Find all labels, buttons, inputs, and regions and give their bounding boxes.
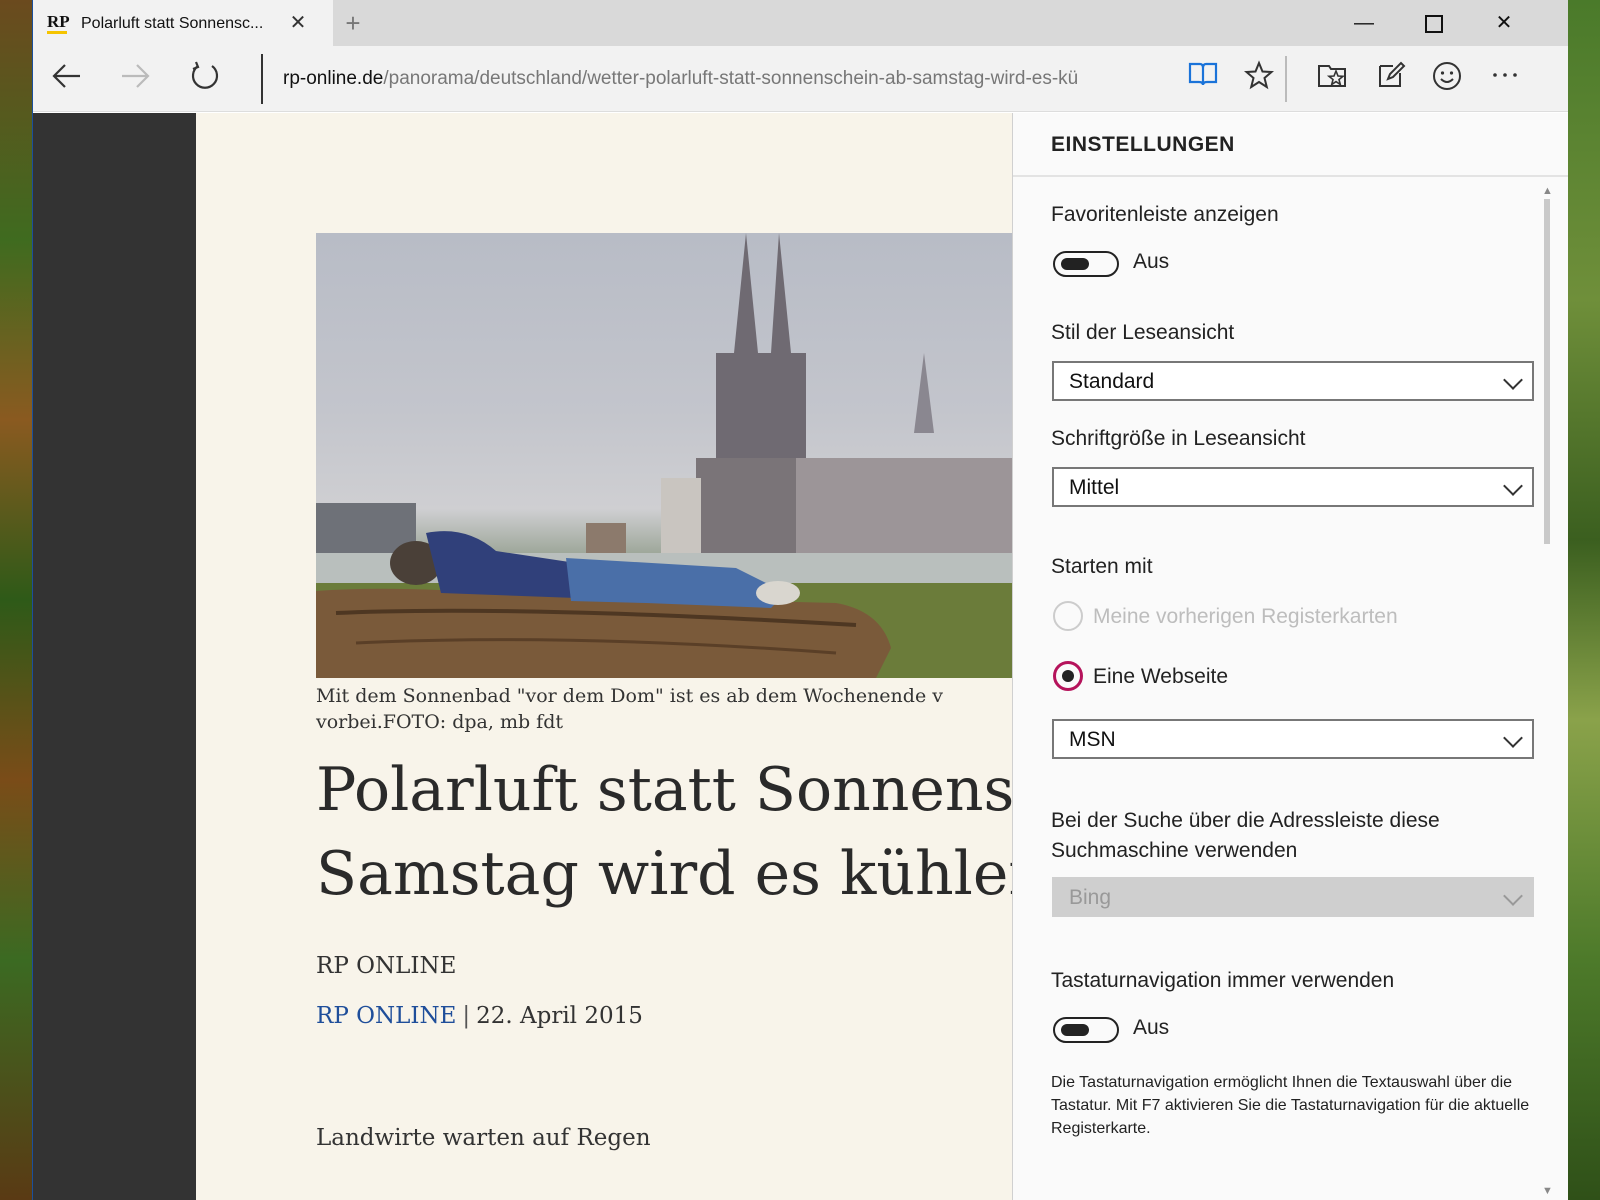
reading-font-size-dropdown[interactable]: Mittel	[1052, 467, 1534, 507]
settings-title: EINSTELLUNGEN	[1051, 133, 1235, 156]
photo-caption: Mit dem Sonnenbad "vor dem Dom" ist es a…	[316, 683, 1012, 735]
photo-caption-line-2: vorbei.FOTO: dpa, mb fdt	[316, 711, 564, 733]
scroll-down-icon[interactable]: ▼	[1542, 1185, 1553, 1197]
site-favicon: RP	[47, 12, 73, 34]
caret-browsing-state: Aus	[1133, 1016, 1170, 1039]
navigation-toolbar: rp-online.de/panorama/deutschland/wetter…	[33, 46, 1568, 112]
url-path: /panorama/deutschland/wetter-polarluft-s…	[383, 68, 1079, 89]
article-headline: Polarluft statt Sonnensch Samstag wird e…	[316, 748, 1012, 916]
headline-line-2: Samstag wird es kühler	[316, 839, 1012, 909]
author-link[interactable]: RP ONLINE	[316, 1003, 456, 1029]
web-note-icon[interactable]	[1371, 60, 1411, 98]
chevron-down-icon	[1504, 373, 1520, 389]
reading-font-size-label: Schriftgröße in Leseansicht	[1051, 427, 1306, 450]
favorites-bar-state: Aus	[1133, 250, 1170, 273]
search-engine-label-line-1: Bei der Suche über die Adressleiste dies…	[1051, 809, 1440, 832]
tab-close-icon[interactable]: ✕	[285, 10, 311, 36]
reading-style-label: Stil der Leseansicht	[1051, 321, 1235, 344]
byline-separator: |	[462, 1003, 471, 1029]
start-page-dropdown[interactable]: MSN	[1052, 719, 1534, 759]
star-icon[interactable]	[1239, 60, 1279, 98]
chevron-down-icon	[1504, 731, 1520, 747]
search-engine-label-line-2: Suchmaschine verwenden	[1051, 839, 1298, 862]
forward-arrow-icon[interactable]	[115, 59, 155, 99]
desktop-wallpaper-left	[0, 0, 32, 1200]
article-subheading: Landwirte warten auf Regen	[316, 1125, 651, 1151]
radio-previous-tabs[interactable]	[1053, 601, 1083, 631]
refresh-icon[interactable]	[185, 59, 225, 99]
favorites-bar-label: Favoritenleiste anzeigen	[1051, 203, 1279, 226]
reading-style-dropdown[interactable]: Standard	[1052, 361, 1534, 401]
toolbar-divider	[1285, 56, 1287, 102]
reading-font-size-value: Mittel	[1069, 476, 1120, 499]
url-host: rp-online.de	[283, 68, 384, 89]
reading-view-content[interactable]: Mit dem Sonnenbad "vor dem Dom" ist es a…	[196, 113, 1012, 1200]
settings-panel: EINSTELLUNGEN ▲ ▼ Favoritenleiste anzeig…	[1012, 113, 1568, 1200]
radio-previous-tabs-label: Meine vorherigen Registerkarten	[1093, 605, 1398, 628]
article-photo	[316, 233, 1012, 678]
smiley-icon[interactable]	[1427, 60, 1467, 98]
article-date: 22. April 2015	[476, 1003, 643, 1029]
tab-title: Polarluft statt Sonnensc...	[81, 15, 264, 32]
caret-browsing-toggle[interactable]	[1053, 1017, 1119, 1043]
photo-caption-line-1: Mit dem Sonnenbad "vor dem Dom" ist es a…	[316, 685, 943, 707]
chevron-down-icon	[1504, 889, 1520, 905]
scroll-up-icon[interactable]: ▲	[1542, 185, 1553, 197]
settings-scrollbar[interactable]: ▲ ▼	[1541, 185, 1555, 1200]
new-tab-button[interactable]: +	[333, 8, 373, 38]
maximize-button[interactable]	[1399, 0, 1469, 46]
reading-view-icon[interactable]	[1183, 60, 1223, 98]
caret-browsing-description: Die Tastaturnavigation ermöglicht Ihnen …	[1051, 1074, 1530, 1137]
article-source: RP ONLINE	[316, 953, 457, 979]
page-margin-left	[33, 113, 196, 1200]
tab-strip: RP Polarluft statt Sonnensc... ✕ + — ✕	[33, 0, 1568, 46]
favorites-bar-toggle[interactable]	[1053, 251, 1119, 277]
desktop-wallpaper-right	[1568, 0, 1600, 1200]
headline-line-1: Polarluft statt Sonnensch	[316, 755, 1012, 825]
minimize-button[interactable]: —	[1329, 0, 1399, 46]
settings-header: EINSTELLUNGEN	[1013, 113, 1568, 177]
maximize-icon	[1425, 14, 1443, 33]
scroll-thumb[interactable]	[1544, 199, 1550, 544]
radio-specific-page-label: Eine Webseite	[1093, 665, 1229, 688]
browser-tab-active[interactable]: RP Polarluft statt Sonnensc... ✕	[33, 0, 333, 46]
radio-specific-page[interactable]	[1053, 661, 1083, 691]
hub-icon[interactable]	[1313, 60, 1353, 98]
edge-browser-window: RP Polarluft statt Sonnensc... ✕ + — ✕ r…	[32, 0, 1568, 1200]
search-engine-dropdown[interactable]: Bing	[1052, 877, 1534, 917]
chevron-down-icon	[1504, 479, 1520, 495]
start-page-value: MSN	[1069, 728, 1116, 751]
address-bar[interactable]: rp-online.de/panorama/deutschland/wetter…	[283, 68, 1103, 90]
article-byline: RP ONLINE | 22. April 2015	[316, 1003, 643, 1029]
reading-style-value: Standard	[1069, 370, 1155, 393]
address-bar-divider	[261, 54, 263, 104]
start-with-label: Starten mit	[1051, 555, 1153, 578]
search-engine-value: Bing	[1069, 886, 1112, 909]
close-window-button[interactable]: ✕	[1469, 0, 1539, 46]
caret-browsing-label: Tastaturnavigation immer verwenden	[1051, 969, 1395, 992]
more-icon[interactable]	[1485, 60, 1525, 98]
back-arrow-icon[interactable]	[47, 59, 87, 99]
